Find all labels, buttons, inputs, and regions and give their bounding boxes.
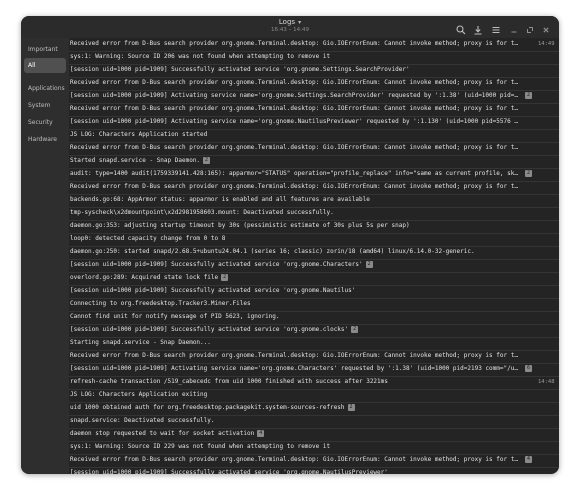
log-row[interactable]: [session uid=1000 pid=1909] Successfully… [69,259,559,273]
log-row[interactable]: JS LOG: Characters Application started [69,129,559,143]
chevron-down-icon[interactable]: ▾ [298,19,301,26]
log-message: Started snapd.service - Snap Daemon. 2 [70,157,211,164]
log-row[interactable]: Received error from D-Bus search provide… [69,103,559,117]
log-message: daemon.go:250: started snapd/2.68.5+ubun… [70,248,475,255]
log-row[interactable]: Connecting to org.freedesktop.Tracker3.M… [69,298,559,312]
repeat-count-badge: 2 [221,274,229,281]
log-row[interactable]: Starting snapd.service - Snap Daemon... [69,337,559,351]
log-row[interactable]: [session uid=1000 pid=1909] Activating s… [69,116,559,130]
window-title: Logs [278,18,296,26]
log-timestamp: 14:48 [538,379,555,385]
log-message: [session uid=1000 pid=1909] Successfully… [70,469,388,474]
log-message: Received error from D-Bus search provide… [70,352,518,359]
log-row[interactable]: refresh-cache transaction /519_cabecedc … [69,376,559,390]
log-message: Received error from D-Bus search provide… [70,40,518,47]
log-row[interactable]: [session uid=1000 pid=1909] Successfully… [69,467,559,474]
log-row[interactable]: [session uid=1000 pid=1909] Successfully… [69,64,559,78]
sidebar-item-security[interactable]: Security [24,115,66,130]
maximize-icon[interactable] [524,21,536,33]
log-message: [session uid=1000 pid=1909] Successfully… [70,66,410,73]
log-message: uid 1000 obtained auth for org.freedeskt… [70,404,355,411]
log-message: Cannot find unit for notify message of P… [70,313,280,320]
log-row[interactable]: tmp-syscheck\x2dmountpoint\x2d2981958603… [69,207,559,221]
log-message: tmp-syscheck\x2dmountpoint\x2d2981958603… [70,209,334,216]
log-message: Starting snapd.service - Snap Daemon... [70,339,211,346]
log-message: overlord.go:289: Acquired state lock fil… [70,274,229,281]
log-message: audit: type=1400 audit(1759339141.428:16… [70,170,518,177]
sidebar-item-system[interactable]: System [24,98,66,113]
log-row[interactable]: daemon.go:250: started snapd/2.68.5+ubun… [69,246,559,260]
repeat-count-badge: 2 [203,157,211,164]
repeat-count-badge: 6 [525,365,532,372]
log-row[interactable]: [session uid=1000 pid=1909] Successfully… [69,285,559,299]
log-row[interactable]: audit: type=1400 audit(1759339141.428:16… [69,168,559,182]
log-row[interactable]: daemon stop requested to wait for socket… [69,428,559,442]
log-row[interactable]: [session uid=1000 pid=1909] Activating s… [69,90,559,104]
log-row[interactable]: loop0: detected capacity change from 0 t… [69,233,559,247]
sidebar-item-hardware[interactable]: Hardware [24,132,66,147]
log-message: Received error from D-Bus search provide… [70,144,518,151]
log-message: backends.go:68: AppArmor status: apparmo… [70,196,370,203]
log-row[interactable]: uid 1000 obtained auth for org.freedeskt… [69,402,559,416]
repeat-count-badge: 2 [525,92,532,99]
log-row[interactable]: Received error from D-Bus search provide… [69,350,559,364]
log-message: [session uid=1000 pid=1909] Activating s… [70,92,518,99]
log-row[interactable]: Received error from D-Bus search provide… [69,142,559,156]
log-message: [session uid=1000 pid=1909] Successfully… [70,261,373,268]
log-list[interactable]: Received error from D-Bus search provide… [69,38,559,474]
minimize-icon[interactable] [508,21,520,33]
log-row[interactable]: daemon.go:353: adjusting startup timeout… [69,220,559,234]
sidebar-item-important[interactable]: Important [24,42,66,57]
log-row[interactable]: sys:1: Warning: Source ID 229 was not fo… [69,441,559,455]
search-icon[interactable] [455,21,467,35]
log-message: [session uid=1000 pid=1909] Successfully… [70,326,359,333]
log-message: Connecting to org.freedesktop.Tracker3.M… [70,300,251,307]
log-row[interactable]: Cannot find unit for notify message of P… [69,311,559,325]
log-message: Received error from D-Bus search provide… [70,183,518,190]
repeat-count-badge: 2 [347,404,355,411]
log-message: JS LOG: Characters Application started [70,131,208,138]
log-message: Received error from D-Bus search provide… [70,105,518,112]
log-message: sys:1: Warning: Source ID 206 was not fo… [70,53,331,60]
log-message: daemon.go:353: adjusting startup timeout… [70,222,410,229]
repeat-count-badge: 2 [365,261,373,268]
log-row[interactable]: [session uid=1000 pid=1909] Successfully… [69,324,559,338]
sidebar-item-applications[interactable]: Applications [24,81,66,96]
log-message: Received error from D-Bus search provide… [70,456,518,463]
logs-window: Logs ▾ 16:43 – 14:49 Important All Applic… [21,16,559,474]
repeat-count-badge: 2 [525,170,532,177]
log-message: snapd.service: Deactivated successfully. [70,417,215,424]
export-icon[interactable] [472,21,484,35]
close-icon[interactable] [540,21,552,33]
log-message: Received error from D-Bus search provide… [70,79,518,86]
log-message: JS LOG: Characters Application exiting [70,391,208,398]
repeat-count-badge: 2 [351,326,359,333]
log-message: [session uid=1000 pid=1909] Activating s… [70,118,518,125]
log-row[interactable]: JS LOG: Characters Application exiting [69,389,559,403]
log-message: sys:1: Warning: Source ID 229 was not fo… [70,443,331,450]
log-message: [session uid=1000 pid=1909] Activating s… [70,365,518,372]
header-bar: Logs ▾ 16:43 – 14:49 [21,16,559,38]
log-row[interactable]: overlord.go:289: Acquired state lock fil… [69,272,559,286]
log-row[interactable]: Started snapd.service - Snap Daemon. 2 [69,155,559,169]
log-row[interactable]: Received error from D-Bus search provide… [69,38,559,52]
log-timestamp: 14:49 [538,41,555,47]
main-menu-icon[interactable] [490,21,502,34]
log-row[interactable]: snapd.service: Deactivated successfully. [69,415,559,429]
log-row[interactable]: sys:1: Warning: Source ID 206 was not fo… [69,51,559,65]
category-sidebar: Important All Applications System Securi… [21,38,69,474]
log-row[interactable]: Received error from D-Bus search provide… [69,181,559,195]
log-message: loop0: detected capacity change from 0 t… [70,235,226,242]
log-row[interactable]: Received error from D-Bus search provide… [69,77,559,91]
log-row[interactable]: [session uid=1000 pid=1909] Activating s… [69,363,559,377]
repeat-count-badge: 4 [525,456,532,463]
log-message: daemon stop requested to wait for socket… [70,430,265,437]
log-message: [session uid=1000 pid=1909] Successfully… [70,287,356,294]
repeat-count-badge: 4 [257,430,265,437]
log-row[interactable]: backends.go:68: AppArmor status: apparmo… [69,194,559,208]
sidebar-item-all[interactable]: All [24,58,66,73]
log-message: refresh-cache transaction /519_cabecedc … [70,378,388,385]
log-row[interactable]: Received error from D-Bus search provide… [69,454,559,468]
